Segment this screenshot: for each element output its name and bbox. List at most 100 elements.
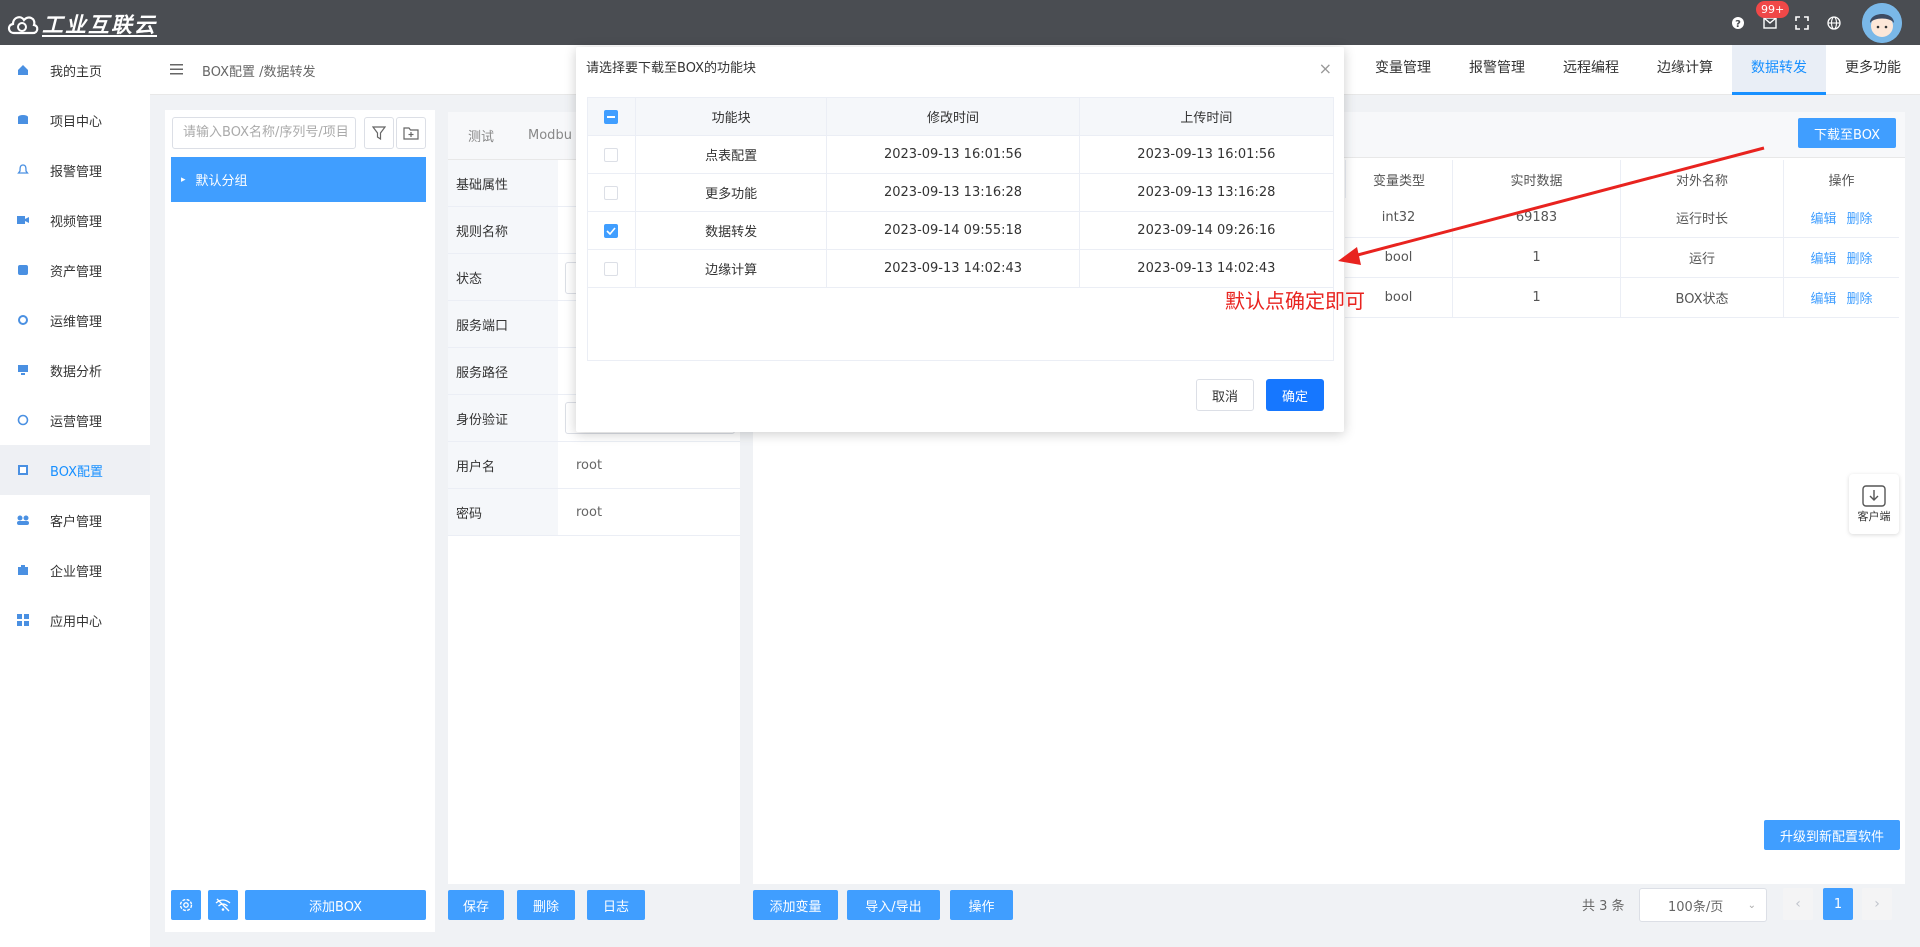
log-button[interactable]: 日志 <box>587 890 645 920</box>
prev-page-button[interactable]: ‹ <box>1783 888 1813 920</box>
sidebar-item-1[interactable]: 项目中心 <box>0 95 150 145</box>
page-number-current[interactable]: 1 <box>1823 888 1853 920</box>
row-checkbox[interactable] <box>604 185 619 200</box>
form-value: root <box>576 504 603 520</box>
box-search-input[interactable]: 请输入BOX名称/序列号/项目 <box>172 117 356 149</box>
col-upload-time: 上传时间 <box>1180 111 1233 126</box>
avatar[interactable] <box>1862 2 1902 43</box>
sidebar-item-label: 运营管理 <box>50 414 103 430</box>
grid-icon <box>16 613 30 627</box>
form-label: 状态 <box>448 254 558 300</box>
sidebar-item-0[interactable]: 我的主页 <box>0 45 150 95</box>
menu-toggle-icon[interactable] <box>170 63 183 79</box>
sidebar-item-10[interactable]: 企业管理 <box>0 545 150 595</box>
help-icon[interactable]: ? <box>1728 13 1748 33</box>
table-row[interactable]: 点表配置 2023-09-13 16:01:56 2023-09-13 16:01:… <box>588 136 1333 174</box>
module-tab[interactable]: 远程编程 <box>1544 45 1638 95</box>
cloud-logo-icon <box>7 16 39 35</box>
mail-icon[interactable]: 99+ <box>1756 0 1790 33</box>
sidebar-item-5[interactable]: 运维管理 <box>0 295 150 345</box>
delete-link[interactable]: 删除 <box>1847 208 1873 227</box>
row-checkbox[interactable] <box>604 147 619 162</box>
form-label: 身份验证 <box>448 395 558 441</box>
home-icon <box>16 63 30 77</box>
table-row[interactable]: 边缘计算 2023-09-13 14:02:43 2023-09-13 14:02:… <box>588 250 1333 288</box>
add-folder-icon[interactable] <box>396 117 426 149</box>
fullscreen-icon[interactable] <box>1792 13 1812 33</box>
table-row: int32 69183 运行时长 编辑 删除 <box>1345 198 1899 238</box>
delete-link[interactable]: 删除 <box>1847 248 1873 267</box>
sidebar-item-label: 视频管理 <box>50 214 103 230</box>
variable-table-header: 变量类型 实时数据 对外名称 操作 <box>1345 160 1899 198</box>
module-tab[interactable]: 变量管理 <box>1356 45 1450 95</box>
sidebar-item-label: 客户管理 <box>50 514 103 530</box>
confirm-button[interactable]: 确定 <box>1266 379 1324 411</box>
edit-link[interactable]: 编辑 <box>1810 248 1836 267</box>
cell-actions: 编辑 删除 <box>1784 278 1899 317</box>
database-icon <box>16 113 30 127</box>
sidebar-item-label: 资产管理 <box>50 264 103 280</box>
module-tab[interactable]: 更多功能 <box>1826 45 1920 95</box>
bell-icon <box>16 163 30 177</box>
cancel-button[interactable]: 取消 <box>1196 379 1254 411</box>
sidebar-item-label: 数据分析 <box>50 364 103 380</box>
sidebar-item-2[interactable]: 报警管理 <box>0 145 150 195</box>
function-block-table: 功能块 修改时间 上传时间 点表配置 2023-09-13 16:01:56 202… <box>587 97 1334 361</box>
sidebar-item-6[interactable]: 数据分析 <box>0 345 150 395</box>
sidebar-item-label: 项目中心 <box>50 114 103 130</box>
cycle-icon <box>16 413 30 427</box>
cell-name: 运行 <box>1621 238 1784 277</box>
table-row[interactable]: 更多功能 2023-09-13 13:16:28 2023-09-13 13:16:… <box>588 174 1333 212</box>
close-icon[interactable]: × <box>1319 59 1332 78</box>
module-tab[interactable]: 边缘计算 <box>1638 45 1732 95</box>
top-bar: 工业互联云 ? 99+ <box>0 0 1920 45</box>
form-label: 密码 <box>448 489 558 535</box>
tab-modbus[interactable]: Modbu <box>528 128 572 143</box>
add-box-button[interactable]: 添加BOX <box>245 890 426 920</box>
delete-link[interactable]: 删除 <box>1847 288 1873 307</box>
table-header: 功能块 修改时间 上传时间 <box>588 98 1333 136</box>
next-page-button[interactable]: › <box>1862 888 1892 920</box>
cell-upload-time: 2023-09-13 16:01:56 <box>1137 147 1276 162</box>
left-panel <box>165 110 435 932</box>
sidebar-item-8[interactable]: BOX配置 <box>0 445 150 495</box>
sidebar-item-4[interactable]: 资产管理 <box>0 245 150 295</box>
filter-icon[interactable] <box>364 117 394 149</box>
add-variable-button[interactable]: 添加变量 <box>753 890 838 920</box>
import-export-button[interactable]: 导入/导出 <box>847 890 940 920</box>
group-default[interactable]: ▸ 默认分组 <box>171 157 426 202</box>
form-row: 用户名 root <box>448 442 740 489</box>
delete-button[interactable]: 删除 <box>517 890 575 920</box>
sidebar-item-label: 我的主页 <box>50 64 103 80</box>
tab-test[interactable]: 测试 <box>468 126 494 145</box>
upgrade-software-button[interactable]: 升级到新配置软件 <box>1764 820 1900 850</box>
logo[interactable]: 工业互联云 <box>6 9 157 39</box>
col-realtime: 实时数据 <box>1453 160 1621 198</box>
cell-function-block: 更多功能 <box>636 174 828 211</box>
users-icon <box>16 513 30 527</box>
settings-gear-icon[interactable] <box>171 890 201 920</box>
client-download-widget[interactable]: 客户端 <box>1849 474 1899 534</box>
edit-link[interactable]: 编辑 <box>1810 288 1836 307</box>
module-tab[interactable]: 报警管理 <box>1450 45 1544 95</box>
page-size-select[interactable]: 100条/页 ⌄ <box>1639 888 1767 922</box>
save-button[interactable]: 保存 <box>448 890 504 920</box>
download-to-box-button[interactable]: 下载至BOX <box>1798 118 1896 148</box>
module-tab[interactable]: 数据转发 <box>1732 45 1826 95</box>
row-checkbox[interactable] <box>604 261 619 276</box>
wifi-off-icon[interactable] <box>208 890 238 920</box>
row-checkbox[interactable] <box>604 223 619 238</box>
table-row: bool 1 BOX状态 编辑 删除 <box>1345 278 1899 318</box>
sidebar-item-9[interactable]: 客户管理 <box>0 495 150 545</box>
cell-name: 运行时长 <box>1621 198 1784 237</box>
select-all-checkbox[interactable] <box>604 109 619 124</box>
sidebar-item-label: 企业管理 <box>50 564 103 580</box>
sidebar-item-7[interactable]: 运营管理 <box>0 395 150 445</box>
sidebar-item-label: BOX配置 <box>50 464 103 480</box>
edit-link[interactable]: 编辑 <box>1810 208 1836 227</box>
sidebar-item-3[interactable]: 视频管理 <box>0 195 150 245</box>
operate-button[interactable]: 操作 <box>950 890 1013 920</box>
globe-icon[interactable] <box>1824 13 1844 33</box>
sidebar-item-11[interactable]: 应用中心 <box>0 595 150 645</box>
table-row[interactable]: 数据转发 2023-09-14 09:55:18 2023-09-14 09:26:… <box>588 212 1333 250</box>
